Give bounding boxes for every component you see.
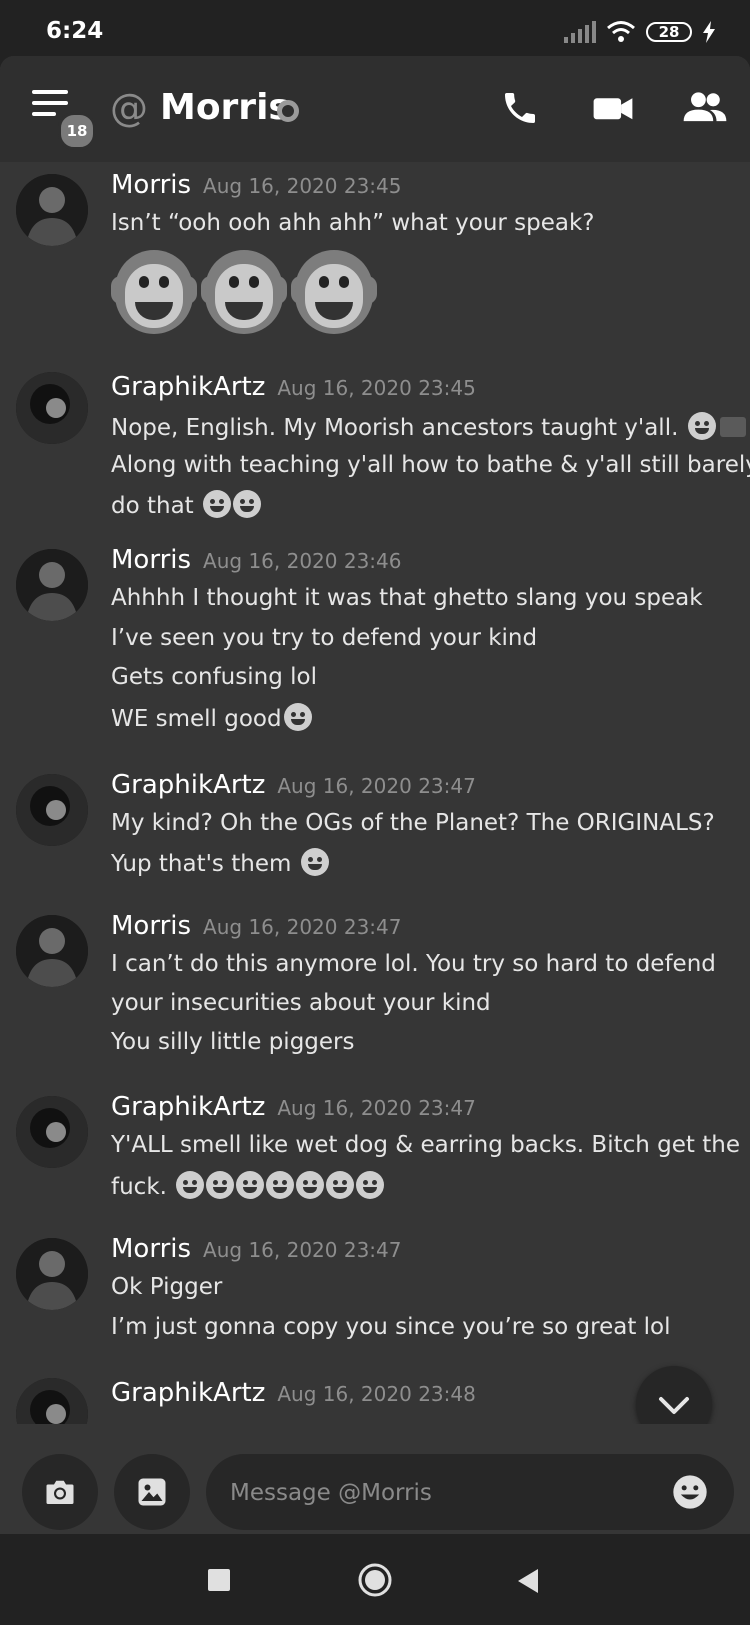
phone-icon[interactable]: [500, 88, 540, 128]
message-line: Yup that's them: [111, 848, 329, 877]
offline-status-icon: [277, 100, 299, 122]
charging-icon: [703, 21, 715, 43]
at-icon: @: [110, 86, 148, 130]
system-nav-bar: [0, 1534, 750, 1625]
message-timestamp: Aug 16, 2020 23:45: [277, 376, 476, 400]
message-line: Nope, English. My Moorish ancestors taug…: [111, 412, 746, 441]
message-author[interactable]: GraphikArtz Aug 16, 2020 23:47: [111, 1092, 476, 1122]
message-line: I’m just gonna copy you since you’re so …: [111, 1314, 671, 1340]
message-line: Y'ALL smell like wet dog & earring backs…: [111, 1132, 740, 1158]
author-name[interactable]: GraphikArtz: [111, 770, 265, 800]
signal-icon: [564, 21, 596, 43]
rofl-emoji[interactable]: [236, 1171, 265, 1199]
avatar[interactable]: [16, 1096, 88, 1168]
monkey-emoji[interactable]: [291, 246, 377, 338]
message-line: do that: [111, 490, 262, 519]
channel-header: 18 @ Morris: [0, 56, 750, 162]
message-line: fuck.: [111, 1171, 385, 1200]
message-author[interactable]: Morris Aug 16, 2020 23:46: [111, 545, 402, 575]
avatar[interactable]: [16, 774, 88, 846]
status-bar: 6:24 28: [0, 0, 750, 56]
message-author[interactable]: Morris Aug 16, 2020 23:47: [111, 911, 402, 941]
message-list[interactable]: Morris Aug 16, 2020 23:45 Isn’t “ooh ooh …: [0, 162, 750, 1424]
camera-button[interactable]: [22, 1454, 98, 1530]
recents-icon[interactable]: [208, 1569, 230, 1591]
jump-to-bottom-button[interactable]: [636, 1366, 712, 1424]
message-input[interactable]: [228, 1454, 652, 1532]
smile-emoji[interactable]: [687, 412, 716, 440]
back-icon[interactable]: [516, 1568, 540, 1594]
battery-level: 28: [658, 23, 680, 41]
cursing-emoji[interactable]: [206, 1171, 235, 1199]
joy-emoji[interactable]: [283, 703, 312, 731]
wifi-icon: [607, 21, 635, 42]
author-name[interactable]: GraphikArtz: [111, 1378, 265, 1408]
monkey-emoji[interactable]: [111, 246, 197, 338]
message-line: Gets confusing lol: [111, 664, 317, 690]
weary-emoji[interactable]: [176, 1171, 205, 1199]
smile-emoji[interactable]: [300, 848, 329, 876]
message-timestamp: Aug 16, 2020 23:46: [203, 549, 402, 573]
smiley-icon[interactable]: [670, 1472, 710, 1512]
avatar[interactable]: [16, 174, 88, 246]
message-timestamp: Aug 16, 2020 23:48: [277, 1382, 476, 1406]
emoji-placeholder-icon: [719, 417, 746, 437]
message-line: You silly little piggers: [111, 1029, 355, 1055]
emoji-row: [111, 246, 381, 338]
video-camera-icon[interactable]: [592, 88, 634, 128]
message-line: I can’t do this anymore lol. You try so …: [111, 951, 716, 977]
gallery-button[interactable]: [114, 1454, 190, 1530]
message-line: I’ve seen you try to defend your kind: [111, 625, 538, 651]
rofl-emoji[interactable]: [356, 1171, 385, 1199]
page-title: Morris: [160, 87, 290, 128]
message-author[interactable]: GraphikArtz Aug 16, 2020 23:45: [111, 372, 476, 402]
message-author[interactable]: Morris Aug 16, 2020 23:45: [111, 170, 402, 200]
message-composer: [0, 1424, 750, 1534]
message-author[interactable]: Morris Aug 16, 2020 23:47: [111, 1234, 402, 1264]
chevron-down-icon: [659, 1397, 689, 1414]
home-icon[interactable]: [357, 1562, 393, 1598]
message-line: Along with teaching y'all how to bathe &…: [111, 452, 750, 478]
message-timestamp: Aug 16, 2020 23:47: [203, 1238, 402, 1262]
battery-indicator: 28: [646, 22, 692, 42]
avatar[interactable]: [16, 1238, 88, 1310]
message-timestamp: Aug 16, 2020 23:47: [277, 1096, 476, 1120]
message-line: Ok Pigger: [111, 1274, 223, 1300]
message-author[interactable]: GraphikArtz Aug 16, 2020 23:47: [111, 770, 476, 800]
message-line: Ahhhh I thought it was that ghetto slang…: [111, 585, 703, 611]
rofl-emoji[interactable]: [326, 1171, 355, 1199]
author-name[interactable]: Morris: [111, 1234, 191, 1264]
camera-icon: [46, 1480, 74, 1504]
status-icons: 28: [564, 20, 716, 44]
message-input-container: [206, 1454, 734, 1532]
rofl-emoji[interactable]: [266, 1171, 295, 1199]
hamburger-menu-icon[interactable]: 18: [32, 90, 96, 150]
avatar[interactable]: [16, 549, 88, 621]
author-name[interactable]: Morris: [111, 545, 191, 575]
message-timestamp: Aug 16, 2020 23:45: [203, 174, 402, 198]
dm-screen: 18 @ Morris Morris Aug 16, 2020 23:45 Is…: [0, 56, 750, 1534]
message-line: Isn’t “ooh ooh ahh ahh” what your speak?: [111, 210, 595, 236]
members-icon[interactable]: [682, 88, 728, 128]
author-name[interactable]: Morris: [111, 911, 191, 941]
rofl-emoji[interactable]: [296, 1171, 325, 1199]
message-line: My kind? Oh the OGs of the Planet? The O…: [111, 810, 715, 836]
message-timestamp: Aug 16, 2020 23:47: [203, 915, 402, 939]
avatar[interactable]: [16, 372, 88, 444]
author-name[interactable]: Morris: [111, 170, 191, 200]
message-timestamp: Aug 16, 2020 23:47: [277, 774, 476, 798]
message-line: your insecurities about your kind: [111, 990, 491, 1016]
message-line: WE smell good: [111, 703, 312, 732]
image-icon: [138, 1478, 166, 1506]
author-name[interactable]: GraphikArtz: [111, 372, 265, 402]
author-name[interactable]: GraphikArtz: [111, 1092, 265, 1122]
avatar[interactable]: [16, 915, 88, 987]
message-author[interactable]: GraphikArtz Aug 16, 2020 23:48: [111, 1378, 476, 1408]
monkey-emoji[interactable]: [201, 246, 287, 338]
avatar[interactable]: [16, 1378, 88, 1424]
unread-badge: 18: [58, 112, 96, 150]
rofl-emoji[interactable]: [233, 490, 262, 518]
weary-emoji[interactable]: [203, 490, 232, 518]
status-time: 6:24: [46, 18, 104, 44]
